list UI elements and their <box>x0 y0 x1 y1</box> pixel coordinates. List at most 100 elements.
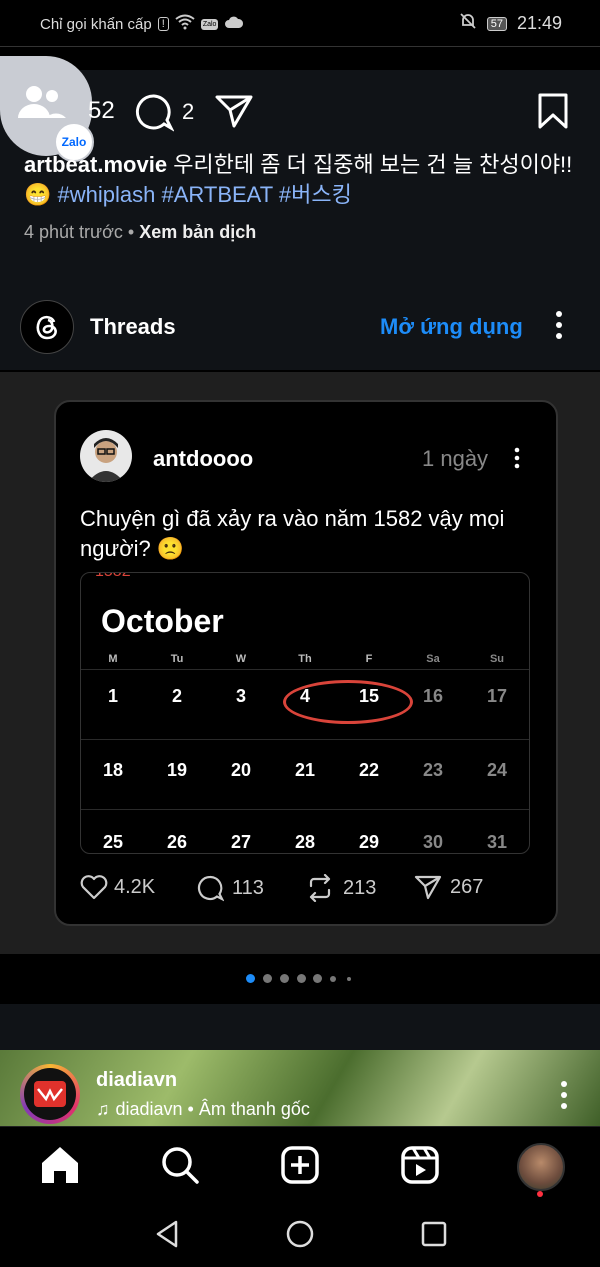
calendar-month: October <box>101 603 224 639</box>
threads-label: Threads <box>90 314 176 339</box>
battery-indicator: 57 <box>486 16 507 31</box>
people-icon <box>18 86 66 118</box>
avatar-placeholder[interactable]: Zalo <box>0 56 94 162</box>
calendar-image[interactable]: 1582 October M Tu W Th F Sa Su 1 2 3 4 1… <box>80 572 530 854</box>
hashtag[interactable]: #버스킹 <box>279 182 352 207</box>
thread-reposts: 213 <box>343 876 377 899</box>
alert-icon: ! <box>157 17 169 31</box>
like-count: 52 <box>88 97 115 124</box>
thread-avatar[interactable] <box>80 430 132 482</box>
calendar-day: 28 <box>294 832 316 852</box>
reel-more-icon[interactable] <box>559 1080 569 1110</box>
carousel-dot <box>297 974 306 983</box>
thread-time: 1 ngày <box>422 446 489 471</box>
channel-logo-icon <box>34 1081 66 1107</box>
thread-like-button[interactable]: 4.2K <box>80 874 155 900</box>
weekday-label: Tu <box>170 653 184 665</box>
create-post-icon[interactable] <box>280 1145 320 1185</box>
thread-username[interactable]: antdoooo <box>153 446 253 472</box>
profile-avatar[interactable] <box>517 1143 565 1191</box>
post-meta: 4 phút trước • Xem bản dịch <box>24 222 256 243</box>
open-app-button[interactable]: Mở ứng dụng <box>380 314 523 340</box>
heart-icon <box>80 875 108 900</box>
music-note-icon: ♫ <box>96 1099 110 1119</box>
repost-icon <box>309 874 331 902</box>
reel-audio-label: diadiavn • Âm thanh gốc <box>115 1099 310 1119</box>
home-icon[interactable] <box>40 1145 80 1185</box>
calendar-day: 18 <box>102 760 124 780</box>
calendar-day: 23 <box>422 760 444 780</box>
reel-avatar[interactable] <box>20 1064 80 1124</box>
carousel-dot <box>263 974 272 983</box>
calendar-day: 27 <box>230 832 252 852</box>
calendar-day: 25 <box>102 832 124 852</box>
caption-username[interactable]: artbeat.movie <box>24 152 167 177</box>
calendar-row: 25 26 27 28 29 30 31 <box>81 809 529 853</box>
comment-icon <box>135 94 174 132</box>
person-avatar-icon <box>88 438 124 482</box>
calendar-day: 1 <box>107 686 118 706</box>
thread-reply-button[interactable]: 113 <box>196 874 264 902</box>
calendar-day: 30 <box>422 832 444 852</box>
calendar-day: 22 <box>358 760 380 780</box>
status-right: 57 21:49 <box>459 12 562 35</box>
carousel-indicator <box>0 954 600 1004</box>
home-circle-icon[interactable] <box>286 1220 314 1248</box>
notification-dot <box>537 1191 543 1197</box>
carousel-dot <box>330 976 336 982</box>
calendar-day: 31 <box>486 832 508 852</box>
carousel-dot-active <box>246 974 255 983</box>
weekday-label: Sa <box>426 653 440 665</box>
threads-logo-icon <box>20 300 74 354</box>
carousel-dot <box>347 977 351 981</box>
reels-icon[interactable] <box>400 1145 440 1185</box>
thread-shares: 267 <box>450 875 484 898</box>
calendar-day: 21 <box>294 760 316 780</box>
more-options-icon[interactable] <box>554 310 564 340</box>
weekday-label: M <box>108 653 118 665</box>
threads-bar: Threads Mở ứng dụng <box>0 288 600 370</box>
hashtag[interactable]: #whiplash <box>58 182 156 207</box>
comment-count: 2 <box>182 99 195 124</box>
post-time: 4 phút trước <box>24 222 123 242</box>
thread-more-icon[interactable] <box>513 447 521 469</box>
post-caption: artbeat.movie 우리한테 좀 더 집중해 보는 건 늘 찬성이야!!… <box>24 150 584 210</box>
cloud-icon <box>224 15 244 33</box>
highlight-circle <box>283 680 413 724</box>
calendar-day: 29 <box>358 832 380 852</box>
hashtag[interactable]: #ARTBEAT <box>162 182 273 207</box>
reel-username[interactable]: diadiavn <box>96 1069 177 1092</box>
send-icon <box>414 875 442 900</box>
back-icon[interactable] <box>154 1219 180 1249</box>
comment-button[interactable]: 2 <box>134 92 194 132</box>
wifi-icon <box>175 14 195 34</box>
system-nav-bar <box>0 1208 600 1267</box>
zalo-notification-icon: Zalo <box>200 18 219 30</box>
calendar-day: 20 <box>230 760 252 780</box>
separator-dot: • <box>127 222 140 242</box>
calendar-row: 1 2 3 4 15 16 17 <box>81 669 529 740</box>
recents-icon[interactable] <box>421 1221 447 1247</box>
calendar-day: 17 <box>486 686 508 706</box>
weekday-label: Su <box>489 653 505 665</box>
thread-likes: 4.2K <box>114 875 156 898</box>
calendar-day: 19 <box>166 760 188 780</box>
thread-share-button[interactable]: 267 <box>414 874 483 900</box>
weekday-label: F <box>365 653 373 665</box>
translate-link[interactable]: Xem bản dịch <box>139 222 256 242</box>
calendar-day: 3 <box>235 686 246 706</box>
reel-audio[interactable]: ♫ diadiavn • Âm thanh gốc <box>96 1099 310 1120</box>
thread-replies: 113 <box>232 876 264 899</box>
status-bar: Chỉ gọi khẩn cấp ! Zalo 57 21:49 <box>0 0 600 47</box>
search-icon[interactable] <box>160 1145 200 1185</box>
weekday-header: M Tu W Th F Sa Su <box>81 653 529 669</box>
carousel-dot <box>280 974 289 983</box>
calendar-day: 24 <box>486 760 508 780</box>
bookmark-icon[interactable] <box>537 93 569 129</box>
thread-repost-button[interactable]: 213 <box>305 874 376 902</box>
weekday-label: W <box>235 653 247 665</box>
clock: 21:49 <box>516 13 562 33</box>
thread-text: Chuyện gì đã xảy ra vào năm 1582 vậy mọi… <box>80 506 505 561</box>
weekday-label: Th <box>298 653 312 665</box>
share-icon[interactable] <box>214 93 254 129</box>
